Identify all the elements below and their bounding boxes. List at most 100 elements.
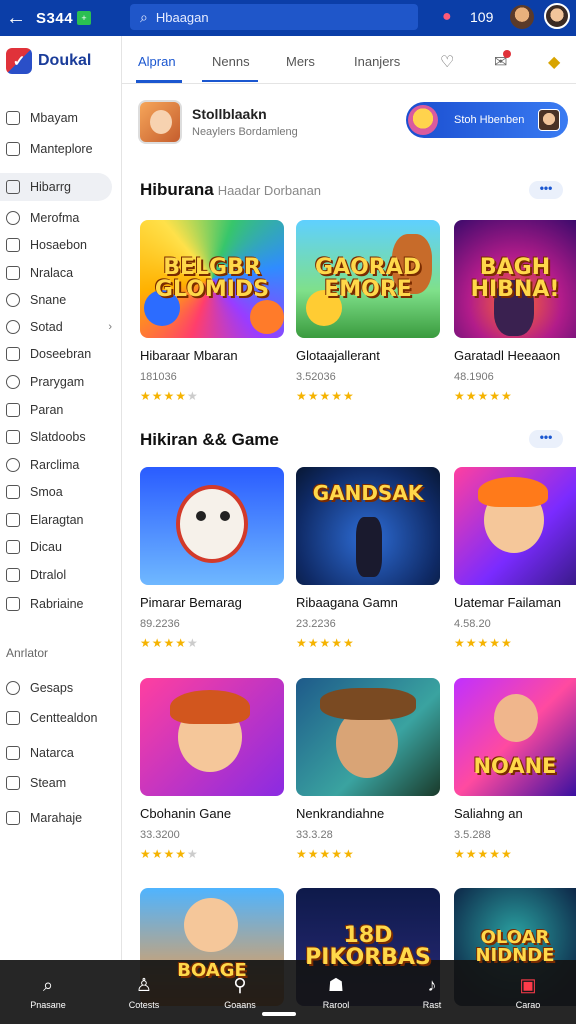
- game-card[interactable]: GANDSAK Ribaagana Gamn 23.2236 ★★★★★: [296, 467, 440, 650]
- game-title: Uatemar Failaman: [454, 595, 561, 610]
- location-pin-icon[interactable]: ●: [442, 8, 452, 26]
- game-meta: 33.3.28: [296, 829, 333, 841]
- download-icon: [6, 568, 20, 582]
- sidebar-item[interactable]: Doseebran: [0, 340, 122, 368]
- sidebar-item[interactable]: Dtralol: [0, 561, 122, 589]
- game-title: Glotaajallerant: [296, 348, 380, 363]
- game-card[interactable]: BAGH HIBNA! Garatadl Heeaaon 48.1906 ★★★…: [454, 220, 576, 403]
- sidebar-item[interactable]: Rarclima: [0, 451, 122, 479]
- sidebar-item[interactable]: Hosaebon: [0, 231, 122, 259]
- tab-4[interactable]: Inanjers: [354, 54, 400, 69]
- game-meta: 181036: [140, 371, 177, 383]
- search-icon: ⌕: [140, 8, 148, 25]
- share-icon: [6, 293, 20, 307]
- sidebar-section-label: Anrlator: [6, 646, 49, 660]
- sidebar: ✓ Doukal Mbayam Manteplore Hibarrg Merof…: [0, 36, 122, 960]
- person-icon: ♙: [135, 974, 153, 995]
- sidebar-item[interactable]: Elaragtan: [0, 506, 122, 534]
- game-title: Saliahng an: [454, 806, 523, 821]
- sidebar-item[interactable]: Steam: [0, 769, 122, 797]
- sidebar-item[interactable]: Dicau: [0, 533, 122, 561]
- game-thumbnail: [454, 467, 576, 585]
- sidebar-item[interactable]: Snane: [0, 286, 122, 314]
- sidebar-item[interactable]: Slatdoobs: [0, 423, 122, 451]
- game-title: Pimarar Bemarag: [140, 595, 242, 610]
- sidebar-logo[interactable]: ✓ Doukal: [6, 48, 91, 74]
- grid-icon: [6, 266, 20, 280]
- sidebar-item[interactable]: Smoa: [0, 478, 122, 506]
- home-icon: [6, 180, 20, 194]
- sidebar-item[interactable]: Prarygam: [0, 368, 122, 396]
- profile-row[interactable]: Stollblaakn Neaylers Bordamleng: [138, 100, 298, 144]
- inbox-icon[interactable]: ✉: [494, 50, 512, 72]
- tab-1[interactable]: Alpran: [138, 54, 176, 69]
- sidebar-item[interactable]: Paran: [0, 396, 122, 424]
- tab-3[interactable]: Mers: [286, 54, 315, 69]
- tab-bar: Alpran Nenns Mers Inanjers ♡ ✉ ◆: [122, 36, 576, 84]
- note-icon: [6, 811, 20, 825]
- search-icon: ⌕: [42, 974, 54, 995]
- check-square-icon: [6, 142, 20, 156]
- game-thumbnail: GAORAD EMORE: [296, 220, 440, 338]
- sidebar-item[interactable]: Centtealdon: [0, 704, 122, 732]
- user-avatar[interactable]: [510, 5, 534, 29]
- game-thumbnail: [296, 678, 440, 796]
- list-icon: [6, 111, 20, 125]
- account-avatar[interactable]: [544, 3, 570, 29]
- sidebar-item[interactable]: Marahaje: [0, 804, 122, 832]
- game-title: Garatadl Heeaaon: [454, 348, 561, 363]
- game-card[interactable]: NOANE Saliahng an 3.5.288 ★★★★★: [454, 678, 576, 861]
- heart-icon[interactable]: ♡: [440, 52, 454, 72]
- game-card[interactable]: Nenkrandiahne 33.3.28 ★★★★★: [296, 678, 440, 861]
- nav-item-search[interactable]: ⌕ Pnasane: [0, 960, 96, 1024]
- tv-icon: [6, 540, 20, 554]
- home-indicator[interactable]: [262, 1012, 296, 1016]
- rating-stars: ★★★★★: [454, 847, 513, 861]
- cart-icon: [6, 746, 20, 760]
- sidebar-item[interactable]: Rabriaine: [0, 590, 122, 618]
- sidebar-item-active[interactable]: Hibarrg: [0, 173, 112, 201]
- rating-stars: ★★★★★: [296, 389, 355, 403]
- chart-icon: [6, 430, 20, 444]
- store-icon[interactable]: ◆: [548, 52, 560, 72]
- rating-stars: ★★★★★: [296, 847, 355, 861]
- sidebar-item[interactable]: Nralaca: [0, 259, 122, 287]
- game-card[interactable]: Cbohanin Gane 33.3200 ★★★★★: [140, 678, 284, 861]
- sidebar-item[interactable]: Natarca: [0, 739, 122, 767]
- settings-icon: [6, 320, 20, 334]
- game-card[interactable]: GAORAD EMORE Glotaajallerant 3.52036 ★★★…: [296, 220, 440, 403]
- game-meta: 48.1906: [454, 371, 494, 383]
- game-card[interactable]: Uatemar Failaman 4.58.20 ★★★★★: [454, 467, 576, 650]
- game-card[interactable]: BELGBR GLOMIDS Hibaraar Mbaran 181036 ★★…: [140, 220, 284, 403]
- nav-item-carao[interactable]: ▣ Carao: [480, 960, 576, 1024]
- steam-icon: [6, 776, 20, 790]
- sidebar-item[interactable]: Manteplore: [0, 135, 122, 163]
- top-status-bar: ← S344 + ⌕ Hbaagan ● 109: [0, 0, 576, 36]
- game-title: Ribaagana Gamn: [296, 595, 398, 610]
- game-title: Hibaraar Mbaran: [140, 348, 238, 363]
- clock: 109: [470, 9, 494, 25]
- more-button[interactable]: •••: [529, 430, 563, 448]
- rating-stars: ★★★★★: [140, 636, 199, 650]
- sidebar-item[interactable]: Mbayam: [0, 104, 122, 132]
- game-card[interactable]: Pimarar Bemarag 89.2236 ★★★★★: [140, 467, 284, 650]
- green-chip-icon: +: [77, 11, 92, 25]
- game-meta: 33.3200: [140, 829, 180, 841]
- section-title: Hikiran && Game: [140, 430, 279, 449]
- game-thumbnail: [140, 678, 284, 796]
- profile-action-button[interactable]: Stoh Hbenben: [406, 102, 568, 138]
- tab-2[interactable]: Nenns: [212, 54, 250, 69]
- back-arrow-icon[interactable]: ←: [2, 7, 30, 30]
- search-placeholder: Hbaagan: [155, 9, 209, 25]
- more-button[interactable]: •••: [529, 181, 563, 199]
- search-input[interactable]: ⌕ Hbaagan: [130, 4, 418, 30]
- chevron-right-icon: ›: [108, 321, 112, 333]
- game-thumbnail: [140, 467, 284, 585]
- game-thumbnail: NOANE: [454, 678, 576, 796]
- rating-stars: ★★★★★: [454, 636, 513, 650]
- sidebar-item[interactable]: Sotad ›: [0, 313, 122, 341]
- link-icon: [6, 681, 20, 695]
- sidebar-item[interactable]: Merofma: [0, 204, 122, 232]
- sidebar-item[interactable]: Gesaps: [0, 674, 122, 702]
- folder-icon: [6, 238, 20, 252]
